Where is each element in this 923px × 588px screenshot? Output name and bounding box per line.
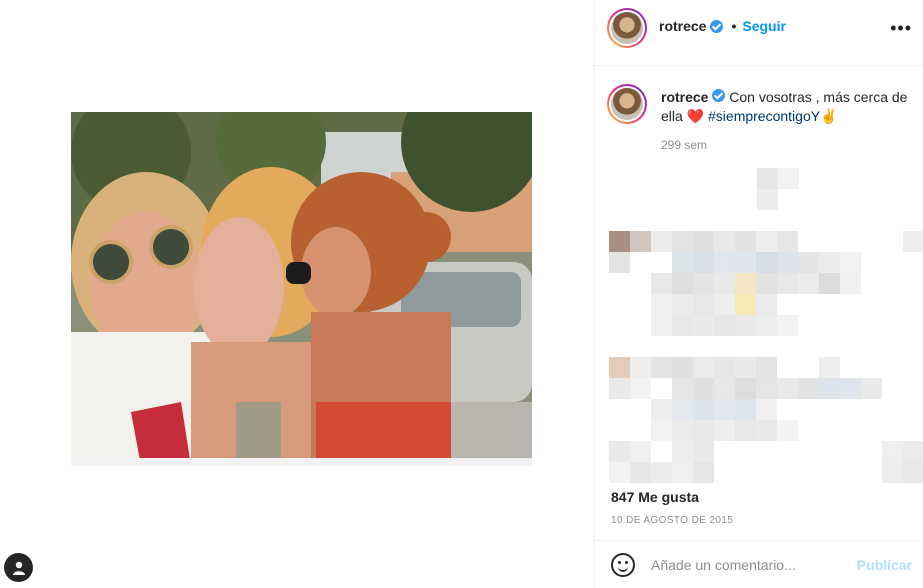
caption-username[interactable]: rotrece [661,89,708,105]
post-date: 10 DE AGOSTO DE 2015 [611,515,734,526]
verified-badge-icon [710,19,724,33]
post-details-panel: rotrece • Seguir ••• rotrece Con vosotra… [594,0,923,588]
avatar[interactable] [607,8,647,48]
comment-input[interactable] [651,553,841,577]
more-options-icon[interactable]: ••• [890,18,912,39]
victory-emoji: ✌️ [820,108,838,124]
caption-time: 299 sem [661,138,708,152]
emoji-icon[interactable] [611,553,635,577]
likes-count[interactable]: 847 Me gusta [611,489,699,505]
comment-bar: Publicar [595,540,923,588]
photo-illustration [71,112,532,466]
heart-emoji: ❤️ [686,108,705,124]
media-area [0,0,594,588]
username-link[interactable]: rotrece [659,18,706,34]
post-caption: rotrece Con vosotras , más cerca de ella… [661,88,917,126]
verified-badge-icon [712,89,726,102]
publish-button[interactable]: Publicar [857,557,912,573]
header-user-row: rotrece • Seguir [659,18,786,34]
post-header: rotrece • Seguir ••• [595,0,923,66]
caption-avatar[interactable] [607,84,647,124]
separator-dot: • [731,18,737,34]
hashtag-link[interactable]: #siemprecontigoY [708,108,820,124]
post-photo[interactable] [71,112,532,466]
photo-bottom-border [71,458,532,466]
user-icon[interactable] [4,553,33,582]
follow-button[interactable]: Seguir [742,18,786,34]
